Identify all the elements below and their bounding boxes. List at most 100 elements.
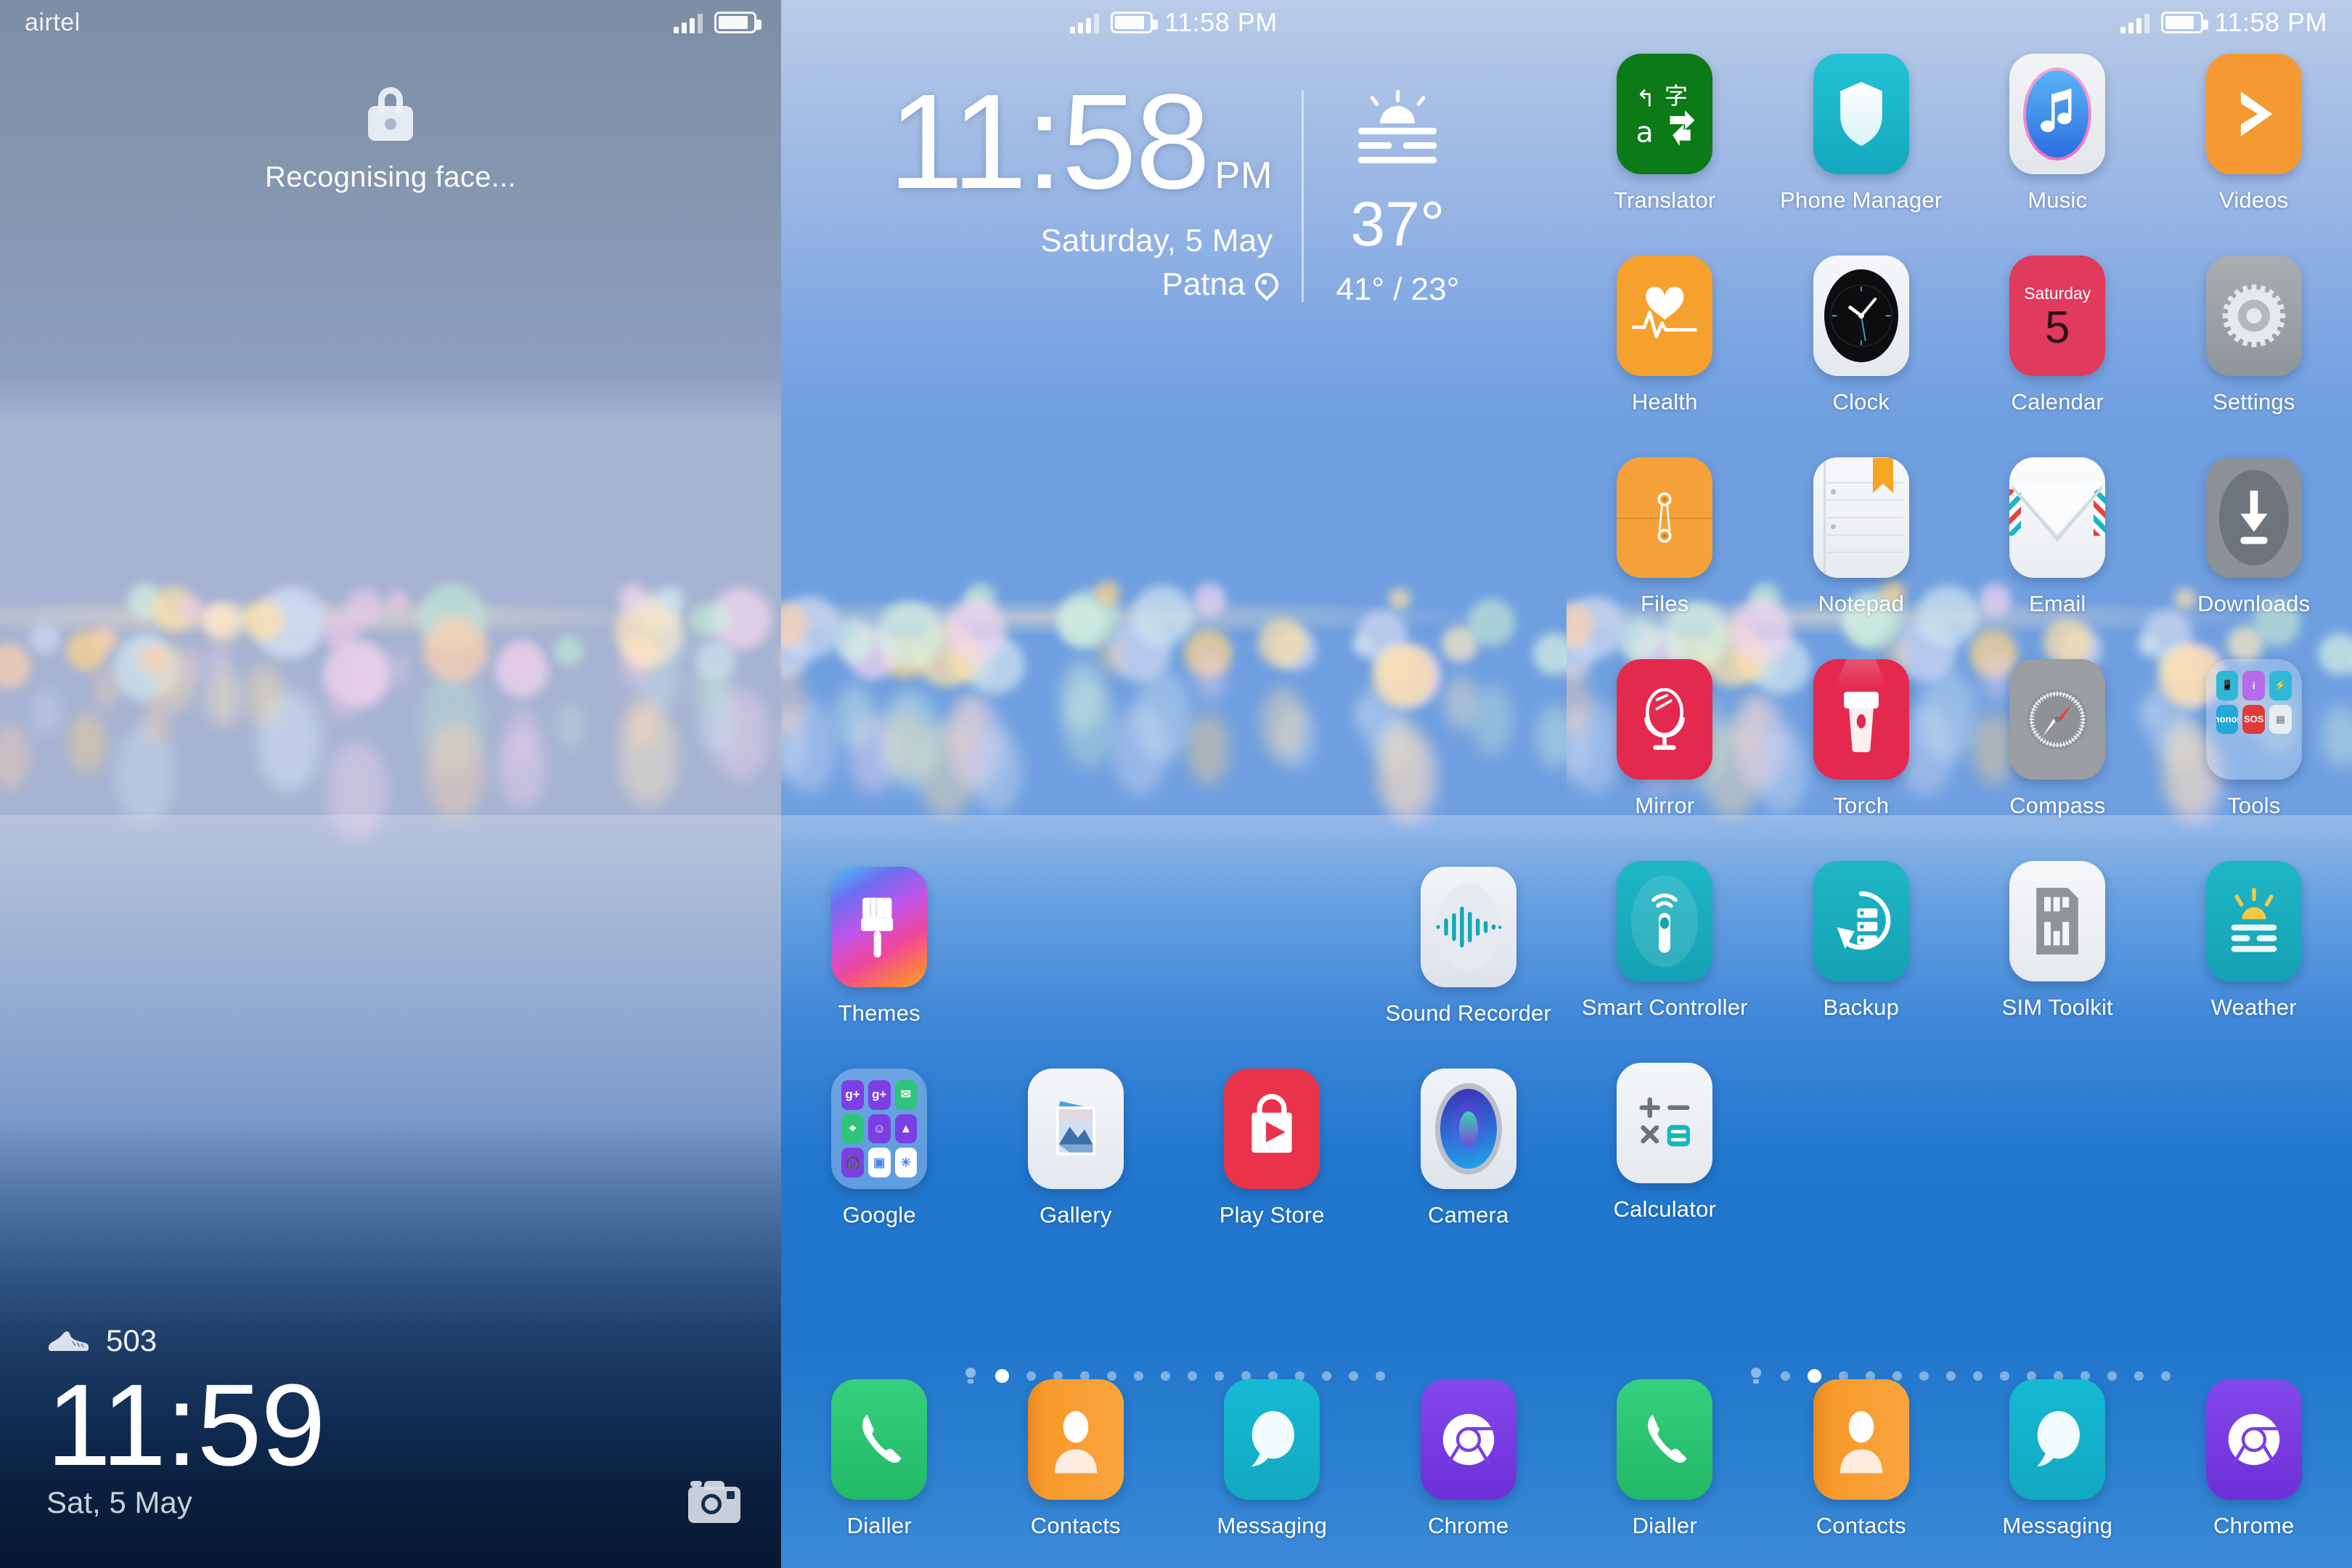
google-folder-icon[interactable]: g+ g+ ✉ ⌖ ☺ ▲ 🎧 ▣ ✳ — [831, 1069, 928, 1189]
app-item[interactable]: Calculator — [1567, 1053, 1763, 1254]
app-label: Files — [1641, 591, 1689, 616]
app-item[interactable]: Settings — [2156, 245, 2352, 447]
phone-icon[interactable] — [831, 1379, 928, 1500]
app-item[interactable]: ↰ 字 a Translator — [1567, 44, 1763, 245]
app-item[interactable]: Downloads — [2156, 447, 2352, 649]
app-item[interactable]: Contacts — [1763, 1369, 1960, 1539]
app-item[interactable]: Play Store — [1174, 1058, 1371, 1260]
contacts-icon[interactable] — [1813, 1379, 1909, 1500]
message-bubble-icon[interactable] — [2009, 1379, 2106, 1500]
app-label: Contacts — [1030, 1513, 1121, 1538]
gear-icon[interactable] — [2205, 256, 2302, 376]
weather-widget[interactable]: 37° 41° / 23° — [1304, 80, 1459, 308]
app-item[interactable]: g+ g+ ✉ ⌖ ☺ ▲ 🎧 ▣ ✳ Google — [781, 1058, 978, 1260]
shield-icon[interactable] — [1813, 54, 1909, 174]
app-label: Torch — [1833, 793, 1890, 818]
lock-screen-panel: airtel Recognising face... 503 11:59 Sat… — [0, 0, 781, 1568]
apps-grid: ↰ 字 a Translator Phone Manager Music Video… — [1567, 44, 2352, 1254]
app-item[interactable]: Mirror — [1567, 649, 1763, 851]
videos-play-icon[interactable] — [2205, 54, 2302, 174]
app-item[interactable]: Files — [1567, 447, 1763, 649]
app-item[interactable]: Videos — [2156, 44, 2352, 245]
status-bar-lock: airtel — [0, 0, 781, 45]
analog-clock-icon[interactable] — [1813, 256, 1909, 376]
app-label: Notepad — [1818, 591, 1905, 616]
play-store-icon[interactable] — [1224, 1069, 1320, 1189]
app-label: Messaging — [1217, 1513, 1328, 1538]
app-item[interactable]: Email — [1959, 447, 2156, 649]
mirror-icon[interactable] — [1617, 659, 1713, 780]
app-item[interactable]: 📱i⚡honorSOS▤ Tools — [2156, 649, 2352, 851]
app-item[interactable]: Dialler — [781, 1369, 978, 1539]
weather-range: 41° / 23° — [1336, 271, 1460, 307]
clock-widget[interactable]: 11:58 PM Saturday, 5 May Patna — [889, 75, 1302, 303]
signal-bars-icon — [2120, 12, 2149, 33]
themes-icon[interactable] — [831, 867, 928, 987]
app-item[interactable]: Compass — [1959, 649, 2156, 851]
app-item[interactable]: Chrome — [1371, 1369, 1567, 1539]
health-heart-icon[interactable] — [1617, 256, 1713, 376]
app-item[interactable]: Gallery — [978, 1058, 1175, 1260]
clock-weather-widget[interactable]: 11:58 PM Saturday, 5 May Patna 37° 41° /… — [781, 75, 1567, 308]
notepad-icon[interactable] — [1813, 457, 1909, 578]
translator-icon[interactable]: ↰ 字 a — [1617, 54, 1713, 174]
app-item[interactable]: Contacts — [978, 1369, 1175, 1539]
app-item[interactable]: Sound Recorder — [1371, 857, 1567, 1058]
haze-sun-icon[interactable] — [2205, 861, 2302, 981]
sim-card-icon[interactable] — [2009, 861, 2106, 981]
app-item[interactable]: Health — [1567, 245, 1763, 447]
app-item[interactable]: Smart Controller — [1567, 851, 1763, 1053]
camera-shortcut-button[interactable] — [688, 1481, 740, 1523]
calculator-icon[interactable] — [1617, 1063, 1713, 1183]
download-arrow-icon[interactable] — [2205, 457, 2302, 578]
app-label: Themes — [838, 1000, 920, 1026]
app-item[interactable]: Camera — [1371, 1058, 1567, 1260]
camera-app-icon[interactable] — [1420, 1069, 1516, 1189]
app-item[interactable]: Clock — [1763, 245, 1960, 447]
app-item[interactable]: Messaging — [1959, 1369, 2156, 1539]
app-item[interactable]: Messaging — [1174, 1369, 1371, 1539]
contacts-icon[interactable] — [1027, 1379, 1124, 1500]
app-item[interactable]: Phone Manager — [1763, 44, 1960, 245]
remote-control-icon[interactable] — [1617, 861, 1713, 981]
carrier-label: airtel — [25, 8, 81, 36]
message-bubble-icon[interactable] — [1224, 1379, 1320, 1500]
envelope-icon[interactable] — [2009, 457, 2106, 578]
sound-recorder-icon[interactable] — [1420, 867, 1516, 987]
tools-folder-icon[interactable]: 📱i⚡honorSOS▤ — [2205, 659, 2302, 780]
phone-icon[interactable] — [1617, 1379, 1713, 1500]
app-item[interactable]: Notepad — [1763, 447, 1960, 649]
widget-meridiem: PM — [1214, 155, 1273, 197]
app-item[interactable]: Chrome — [2156, 1369, 2352, 1539]
app-label: Phone Manager — [1780, 187, 1943, 213]
app-item[interactable]: Backup — [1763, 851, 1960, 1053]
app-label: Health — [1631, 389, 1698, 415]
status-clock: 11:58 PM — [1164, 7, 1278, 37]
compass-icon[interactable] — [2009, 659, 2106, 780]
gallery-icon[interactable] — [1027, 1069, 1124, 1189]
app-label: Settings — [2212, 389, 2295, 415]
app-item[interactable]: Themes — [781, 857, 978, 1058]
battery-icon — [714, 12, 761, 33]
app-item[interactable]: Dialler — [1567, 1369, 1763, 1539]
files-folder-icon[interactable] — [1617, 457, 1713, 578]
app-item[interactable]: Weather — [2156, 851, 2352, 1053]
status-bar-apps: 11:58 PM — [1567, 0, 2352, 45]
music-note-icon[interactable] — [2009, 54, 2106, 174]
calendar-icon[interactable]: Saturday 5 — [2009, 256, 2106, 376]
app-item[interactable]: Saturday 5 Calendar — [1959, 245, 2156, 447]
flashlight-icon[interactable] — [1813, 659, 1909, 780]
chrome-icon[interactable] — [2205, 1379, 2302, 1500]
app-label: Chrome — [2213, 1513, 2295, 1538]
app-item[interactable]: Music — [1959, 44, 2156, 245]
home-app-grid: Themes Sound Recorder g+ g+ ✉ ⌖ ☺ ▲ 🎧 ▣ ✳ Google… — [781, 857, 1567, 1260]
app-label: Email — [2028, 591, 2086, 616]
svg-text:a: a — [1636, 116, 1654, 150]
chrome-icon[interactable] — [1420, 1379, 1516, 1500]
app-item[interactable]: Torch — [1763, 649, 1960, 851]
app-item[interactable]: SIM Toolkit — [1959, 851, 2156, 1053]
app-label: Translator — [1614, 187, 1716, 213]
bokeh-lights — [781, 566, 1567, 827]
svg-text:字: 字 — [1665, 82, 1688, 110]
backup-icon[interactable] — [1813, 861, 1909, 981]
